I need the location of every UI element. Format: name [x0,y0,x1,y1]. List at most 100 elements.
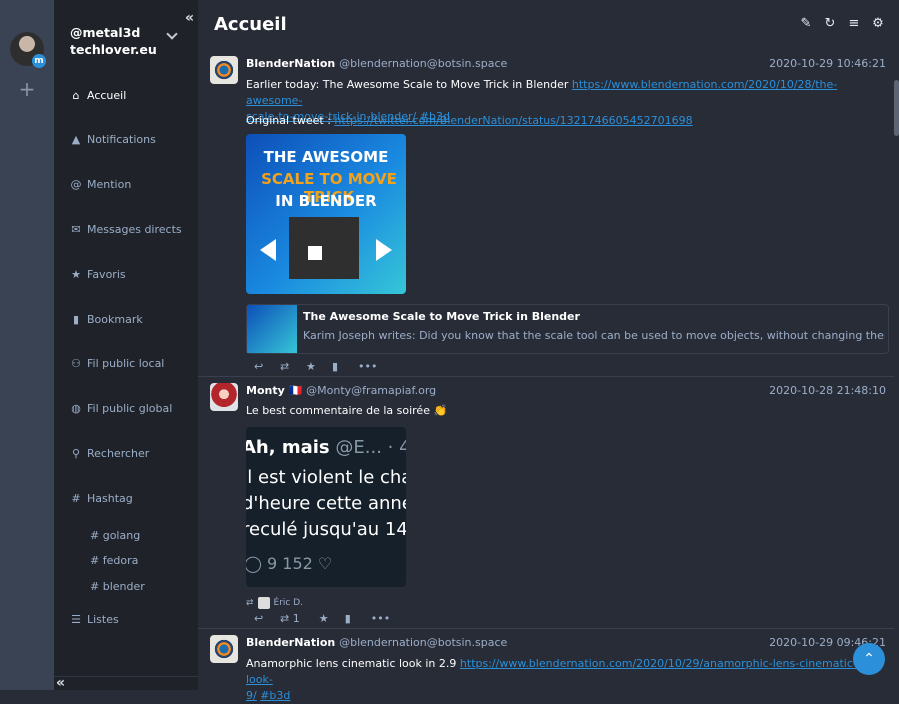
menu-item-messages-directs[interactable]: ✉ Messages directs [70,223,182,236]
boosted-by[interactable]: ⇄ Éric D. [246,597,303,609]
timeline-header: Accueil ✎ ↻ ≡ ⚙ [198,0,899,50]
collapse-menu-button[interactable]: « [185,10,194,26]
status-actions: ↩ ⇄ ★ ▮ ••• [254,360,377,373]
avatar [257,597,270,609]
bookmark-icon[interactable]: ▮ [332,360,342,373]
mastodon-badge-icon: m [32,54,46,68]
hashtag-item-blender[interactable]: # blender [90,580,145,593]
media-caption-line: IN BLENDER [275,192,377,210]
menu-item-fil-public-global[interactable]: ◍ Fil public global [70,402,172,415]
menu-item-favoris[interactable]: ★ Favoris [70,268,126,281]
status-item[interactable]: BlenderNation @blendernation@botsin.spac… [198,50,894,376]
arrow-left-icon [260,239,276,261]
globe-icon: ◍ [71,402,81,415]
menu-item-label: Mention [87,178,132,191]
status-item[interactable]: Monty 🇫🇷 @Monty@framapiaf.org 2020-10-28… [198,377,894,628]
favourite-icon[interactable]: ★ [306,360,316,373]
media-attachment[interactable]: Ah, mais @E... · 40 Il est violent le ch… [246,427,406,587]
collapse-sidebar-button[interactable]: « [56,675,65,691]
more-icon[interactable]: ••• [371,612,390,625]
boost-icon[interactable]: ⇄ [280,360,290,373]
favourite-icon[interactable]: ★ [319,612,329,625]
menu-item-accueil[interactable]: ⌂ Accueil [70,89,127,102]
card-description: Karim Joseph writes: Did you know that t… [303,329,885,342]
chevron-down-icon[interactable] [166,28,178,40]
avatar[interactable] [210,635,238,663]
status-author[interactable]: BlenderNation @blendernation@botsin.spac… [246,57,507,70]
status-handle: @Monty@framapiaf.org [306,384,437,397]
card-title: The Awesome Scale to Move Trick in Blend… [303,310,580,323]
boost-icon[interactable]: ⇄ 1 [280,612,303,625]
refresh-icon[interactable]: ↻ [823,17,837,31]
menu-item-label: Hashtag [87,492,133,505]
menu-item-label: Rechercher [87,447,150,460]
account-rail: m + [0,0,54,690]
more-icon[interactable]: ••• [358,360,377,373]
menu-item-label: Bookmark [87,313,143,326]
status-handle: @blendernation@botsin.space [339,636,508,649]
tweet-author: Ah, mais [246,437,330,458]
collapse-footer: « [54,675,198,691]
hashtag-label: blender [102,580,145,593]
menu-item-label: Messages directs [87,223,182,236]
avatar[interactable] [210,383,238,411]
add-account-button[interactable]: + [18,79,36,99]
reply-icon[interactable]: ↩ [254,360,264,373]
status-content: Anamorphic lens cinematic look in 2.9 ht… [246,657,857,702]
tweet-handle: @E... [335,437,382,458]
account-name[interactable]: @metal3d techlover.eu [70,24,157,58]
menu-item-label: Listes [87,613,119,626]
menu-item-listes[interactable]: ☰ Listes [70,613,119,626]
filter-icon[interactable]: ≡ [847,17,861,31]
hashtag-icon: # [71,492,81,505]
reply-icon[interactable]: ↩ [254,612,264,625]
tweet-stats: ◯ 9 152 ♡ [246,554,333,573]
status-actions: ↩ ⇄ 1 ★ ▮ ••• [254,612,390,625]
bell-icon: ▲ [71,133,81,146]
status-item[interactable]: BlenderNation @blendernation@botsin.spac… [198,629,894,702]
tweet-line: d'heure cette année [246,493,406,514]
menu-item-hashtag[interactable]: # Hashtag [70,492,133,505]
envelope-icon: ✉ [71,223,81,236]
scrollbar[interactable] [894,80,899,136]
menu-item-notifications[interactable]: ▲ Notifications [70,133,156,146]
booster-name: Éric D. [273,598,304,608]
home-icon: ⌂ [72,89,80,102]
hashtag-link[interactable]: #b3d [260,689,290,702]
boost-count: 1 [292,612,300,625]
hashtag-item-golang[interactable]: # golang [90,529,140,542]
compose-icon[interactable]: ✎ [799,17,813,31]
scroll-to-top-button[interactable]: ⌃ [853,643,885,675]
menu-item-bookmark[interactable]: ▮ Bookmark [70,313,143,326]
media-caption-line: THE AWESOME [263,148,389,166]
hashtag-item-fedora[interactable]: # fedora [90,554,138,567]
tweet-link[interactable]: https://twitter.com/BlenderNation/status… [334,114,692,127]
status-author[interactable]: BlenderNation @blendernation@botsin.spac… [246,636,507,649]
settings-icon[interactable]: ⚙ [871,17,885,31]
hashtag-label: golang [102,529,141,542]
users-icon: ⚇ [71,357,81,370]
hashtag-label: fedora [102,554,139,567]
bookmark-icon[interactable]: ▮ [345,612,355,625]
bookmark-icon: ▮ [72,313,80,326]
menu-item-label: Accueil [87,89,127,102]
status-timestamp[interactable]: 2020-10-28 21:48:10 [769,384,886,397]
status-link-cont[interactable]: 9/ [246,689,257,702]
tweet-line: Il est violent le chan [246,467,406,488]
menu-item-fil-public-local[interactable]: ⚇ Fil public local [70,357,164,370]
card-thumbnail [247,305,297,353]
header-toolbar: ✎ ↻ ≡ ⚙ [799,17,885,31]
status-handle: @blendernation@botsin.space [339,57,508,70]
status-timestamp[interactable]: 2020-10-29 10:46:21 [769,57,886,70]
avatar[interactable] [210,56,238,84]
link-preview-card[interactable]: The Awesome Scale to Move Trick in Blend… [246,304,889,354]
account-handle: @metal3d [70,25,141,40]
menu-item-rechercher[interactable]: ⚲ Rechercher [70,447,149,460]
menu-item-label: Notifications [87,133,156,146]
list-icon: ☰ [71,613,81,626]
home-timeline: Accueil ✎ ↻ ≡ ⚙ BlenderNation @blenderna… [198,0,899,702]
status-content: Le best commentaire de la soirée 👏 [246,404,448,417]
menu-item-mention[interactable]: @ Mention [70,178,132,191]
media-attachment[interactable]: THE AWESOME SCALE TO MOVE TRICK IN BLEND… [246,134,406,294]
status-author[interactable]: Monty 🇫🇷 @Monty@framapiaf.org [246,384,436,397]
